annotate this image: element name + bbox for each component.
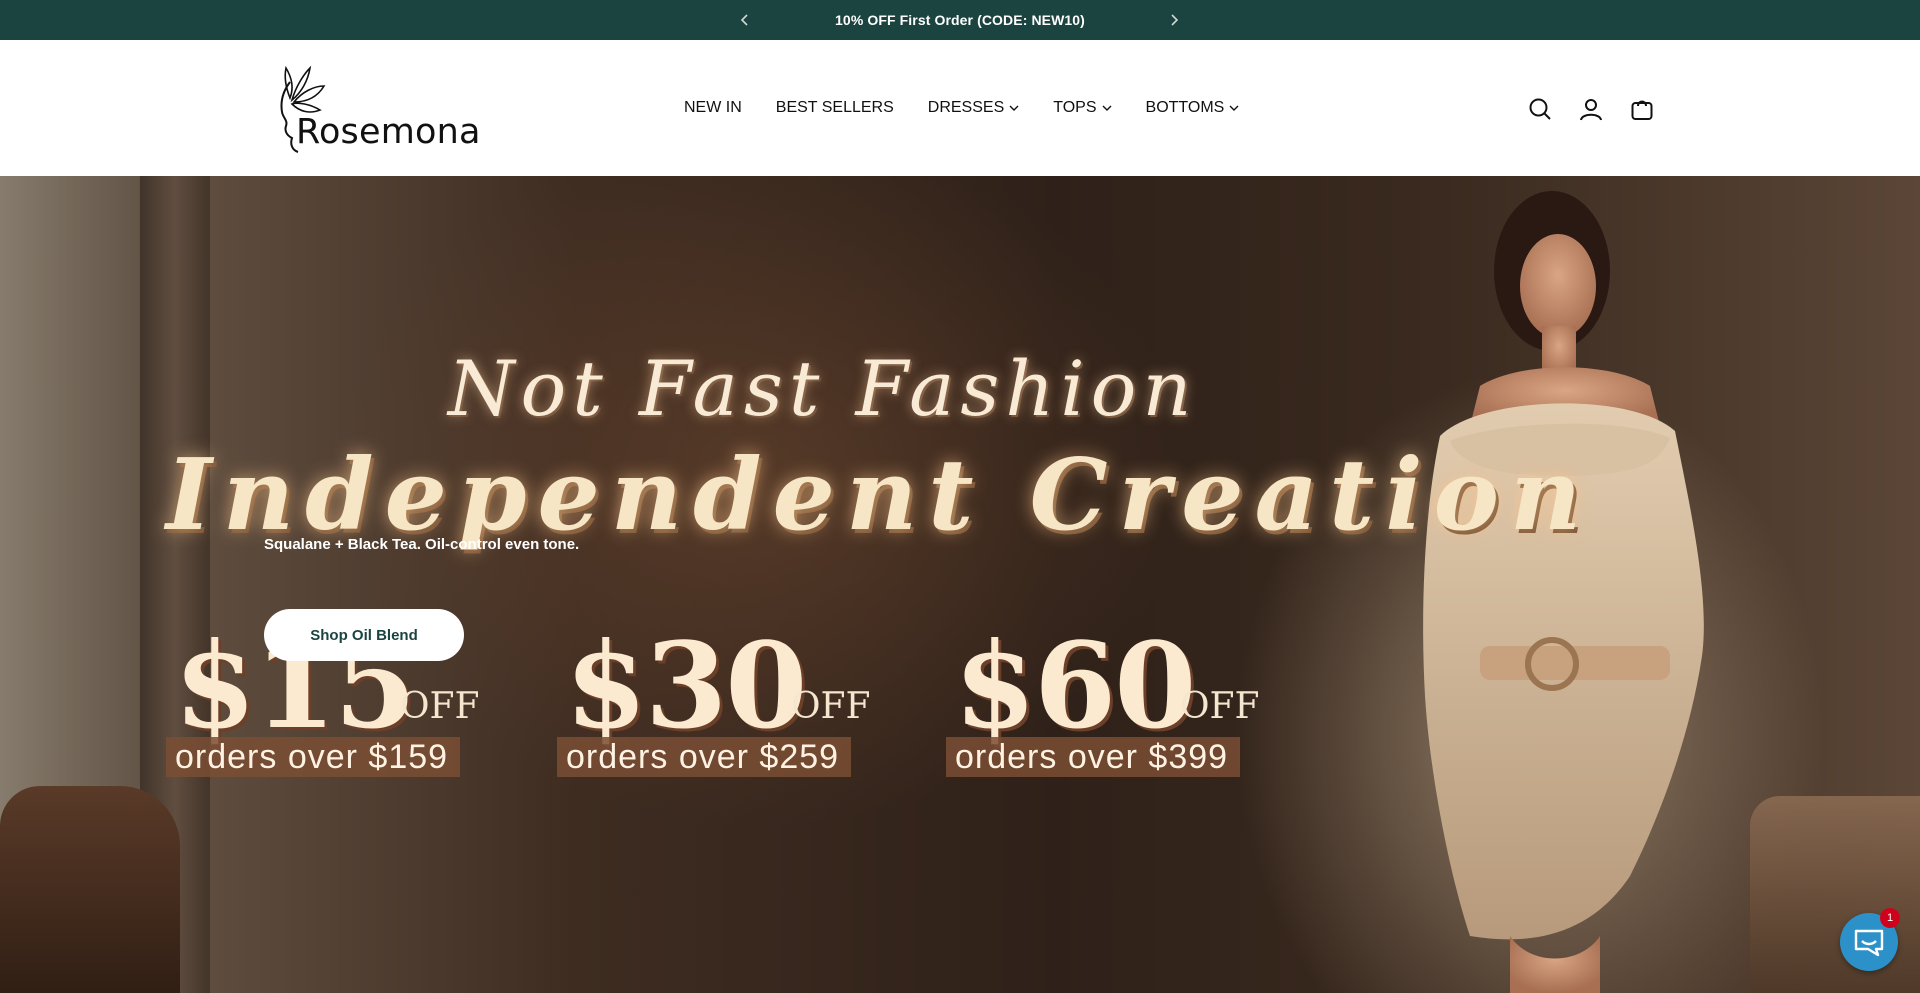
- coupon-condition: orders over $259: [557, 737, 851, 777]
- coupon-off-label: OFF: [791, 686, 871, 727]
- nav-item-label: BEST SELLERS: [775, 99, 894, 116]
- shop-oil-blend-button[interactable]: Shop Oil Blend: [264, 609, 464, 661]
- logo[interactable]: Rosemona: [262, 60, 482, 155]
- chevron-down-icon: [1009, 104, 1019, 112]
- coupon-condition: orders over $399: [946, 737, 1240, 777]
- announcement-message[interactable]: 10% OFF First Order (CODE: NEW10): [0, 0, 1920, 40]
- main-nav: NEW IN BEST SELLERS DRESSES TOPS BOTTOMS: [684, 40, 1273, 176]
- account-icon[interactable]: [1578, 96, 1604, 122]
- header-icons: [1527, 96, 1680, 122]
- logo-wordmark: Rosemona: [296, 112, 481, 152]
- cart-icon[interactable]: [1629, 96, 1655, 122]
- nav-item-label: NEW IN: [684, 99, 742, 116]
- hero-background-chair: [1750, 796, 1920, 993]
- nav-item-label: TOPS: [1053, 99, 1097, 116]
- nav-item-bottoms[interactable]: BOTTOMS: [1146, 99, 1240, 117]
- chat-button[interactable]: 1: [1840, 908, 1900, 971]
- coupon-off-label: OFF: [400, 686, 480, 727]
- chat-badge: 1: [1880, 908, 1900, 928]
- search-icon[interactable]: [1527, 96, 1553, 122]
- announcement-bar: 10% OFF First Order (CODE: NEW10): [0, 0, 1920, 40]
- hero-banner[interactable]: Not Fast Fashion Independent Creation $1…: [0, 176, 1920, 993]
- nav-item-dresses[interactable]: DRESSES: [928, 99, 1019, 117]
- coupon-card: $30 OFF orders over $259: [557, 616, 870, 786]
- chevron-down-icon: [1229, 104, 1239, 112]
- nav-item-label: DRESSES: [927, 99, 1005, 116]
- chat-icon: [1854, 929, 1884, 957]
- hero-subtitle: Squalane + Black Tea. Oil-control even t…: [264, 536, 580, 553]
- site-header: Rosemona NEW IN BEST SELLERS DRESSES TOP…: [0, 40, 1920, 176]
- nav-item-new-in[interactable]: NEW IN: [684, 99, 742, 117]
- nav-item-best-sellers[interactable]: BEST SELLERS: [776, 99, 894, 117]
- nav-item-label: BOTTOMS: [1145, 99, 1225, 116]
- hero-tagline-primary: Not Fast Fashion: [448, 344, 1198, 433]
- coupon-amount: $30: [565, 616, 807, 755]
- coupon-amount: $60: [954, 616, 1196, 755]
- coupon-off-label: OFF: [1180, 686, 1260, 727]
- coupon-condition: orders over $159: [166, 737, 460, 777]
- chevron-down-icon: [1102, 104, 1112, 112]
- coupon-card: $60 OFF orders over $399: [946, 616, 1259, 786]
- hero-background-sofa: [0, 786, 180, 993]
- chevron-right-icon[interactable]: [1162, 8, 1186, 32]
- hero-model-image: [1423, 191, 1704, 993]
- nav-item-tops[interactable]: TOPS: [1053, 99, 1112, 117]
